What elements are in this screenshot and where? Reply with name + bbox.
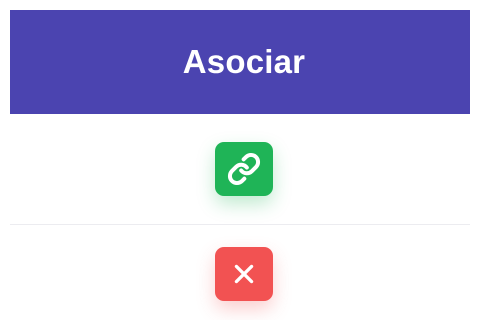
column-header-title: Asociar bbox=[182, 43, 306, 80]
link-icon bbox=[227, 152, 261, 186]
close-icon bbox=[231, 261, 257, 287]
associate-button[interactable] bbox=[215, 142, 273, 196]
table-row bbox=[10, 114, 470, 225]
column-header: Asociar bbox=[10, 10, 470, 114]
associate-column: Asociar bbox=[0, 0, 484, 320]
table-row bbox=[10, 225, 470, 320]
remove-button[interactable] bbox=[215, 247, 273, 301]
